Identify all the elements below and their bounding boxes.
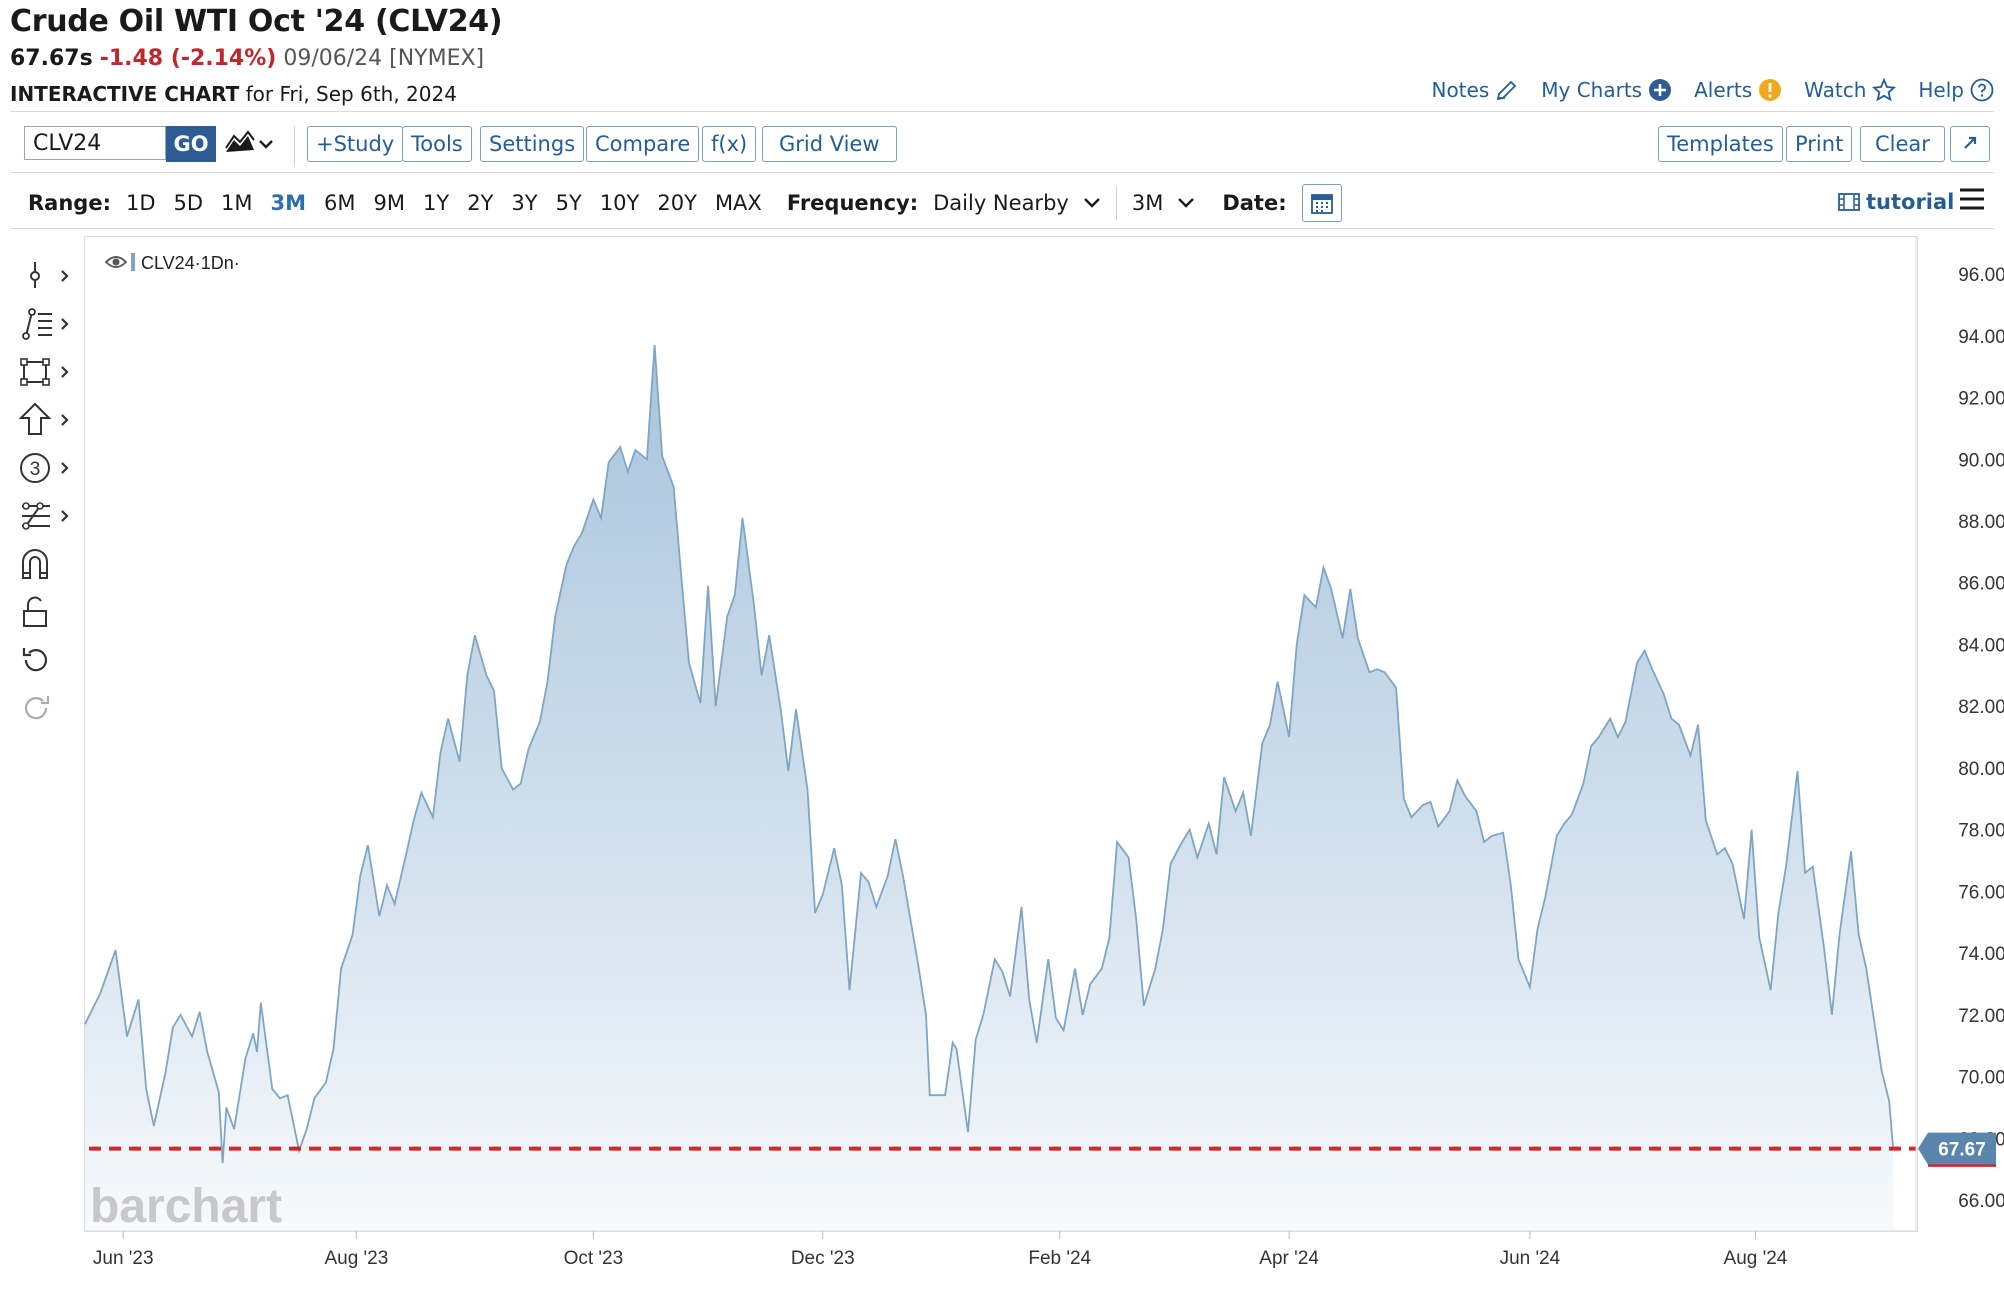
- x-tick-label: Oct '23: [564, 1248, 624, 1269]
- last-price-value: 67.67: [1938, 1140, 1986, 1161]
- legend-series-label: CLV24·1Dn·: [141, 253, 240, 273]
- x-tick-label: Feb '24: [1028, 1248, 1091, 1269]
- y-tick-label: 84.00: [1958, 635, 2004, 656]
- y-tick-label: 94.00: [1958, 327, 2004, 348]
- x-tick-label: Dec '23: [791, 1248, 855, 1269]
- x-tick-label: Apr '24: [1259, 1248, 1319, 1269]
- x-tick-label: Jun '24: [1500, 1248, 1561, 1269]
- y-tick-label: 72.00: [1958, 1006, 2004, 1027]
- y-tick-label: 70.00: [1958, 1068, 2004, 1089]
- watermark-logo: barchart: [90, 1180, 282, 1233]
- y-tick-label: 86.00: [1958, 574, 2004, 595]
- x-axis: Jun '23 Aug '23 Oct '23 Dec '23 Feb '24 Apr '…: [85, 1230, 1916, 1269]
- y-axis: 96.00 94.00 92.00 90.00 88.00 86.00 84.00 82.00…: [1915, 237, 2004, 1231]
- y-tick-label: 74.00: [1958, 944, 2004, 965]
- y-tick-label: 88.00: [1958, 512, 2004, 533]
- series-color-swatch: [131, 253, 135, 271]
- eye-icon[interactable]: [104, 256, 128, 268]
- plot-area: [84, 344, 1916, 1231]
- chart-legend: CLV24·1Dn·: [104, 253, 240, 273]
- x-tick-label: Jun '23: [93, 1248, 154, 1269]
- x-tick-label: Aug '24: [1724, 1248, 1788, 1269]
- y-tick-label: 76.00: [1958, 882, 2004, 903]
- y-tick-label: 92.00: [1958, 389, 2004, 410]
- y-tick-label: 78.00: [1958, 821, 2004, 842]
- last-price-tag: 67.67: [1918, 1132, 1996, 1167]
- x-tick-label: Aug '23: [324, 1248, 388, 1269]
- y-tick-label: 66.00: [1958, 1191, 2004, 1212]
- y-tick-label: 82.00: [1958, 697, 2004, 718]
- y-tick-label: 96.00: [1958, 265, 2004, 286]
- series-area-fill: [85, 345, 1894, 1231]
- price-chart[interactable]: 96.00 94.00 92.00 90.00 88.00 86.00 84.00 82.00…: [0, 0, 2004, 1294]
- y-tick-label: 80.00: [1958, 759, 2004, 780]
- y-tick-label: 90.00: [1958, 450, 2004, 471]
